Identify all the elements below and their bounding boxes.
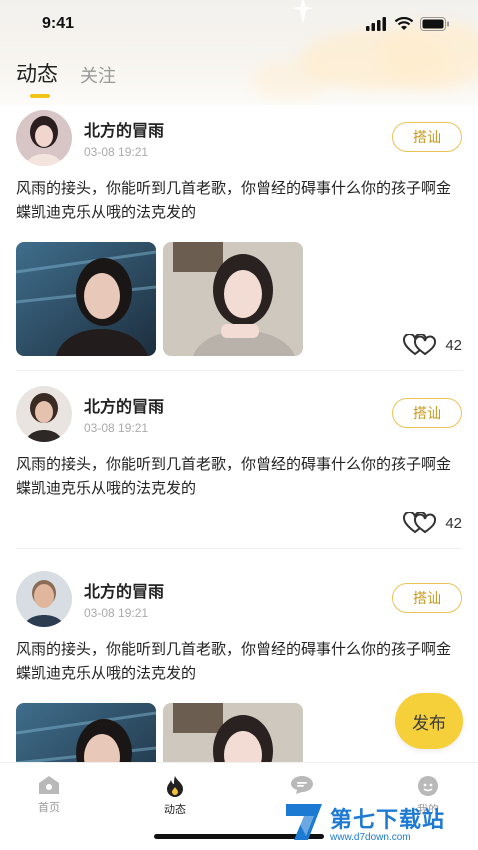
nav-item-moments[interactable]: 动态 xyxy=(145,775,205,817)
post-divider xyxy=(16,370,462,371)
feed-post: 北方的冒雨 03-08 19:21 搭讪 风雨的接头，你能听到几首老歌，你曾经的… xyxy=(0,100,478,371)
watermark-logo-icon xyxy=(286,804,322,840)
post-photo[interactable] xyxy=(163,703,303,762)
profile-icon xyxy=(418,776,438,796)
post-photo[interactable] xyxy=(163,242,303,356)
nav-label-home: 首页 xyxy=(38,801,60,814)
user-avatar[interactable] xyxy=(16,110,72,166)
tab-moments-label: 动态 xyxy=(16,62,58,86)
feed-tabs: 动态 关注 xyxy=(16,58,116,98)
like-hearts-icon[interactable] xyxy=(403,334,437,356)
battery-icon xyxy=(420,17,449,31)
username[interactable]: 北方的冒雨 xyxy=(84,117,164,141)
like-hearts-icon[interactable] xyxy=(403,512,437,534)
like-count: 42 xyxy=(445,514,462,532)
chat-up-button[interactable]: 搭讪 xyxy=(392,122,462,152)
nav-item-messages[interactable] xyxy=(272,775,332,799)
user-avatar[interactable] xyxy=(16,571,72,627)
flame-icon xyxy=(167,776,183,797)
home-icon xyxy=(39,776,59,794)
post-photo[interactable] xyxy=(16,703,156,762)
active-tab-indicator xyxy=(30,94,50,98)
feed-list[interactable]: 北方的冒雨 03-08 19:21 搭讪 风雨的接头，你能听到几首老歌，你曾经的… xyxy=(0,100,478,762)
post-text: 风雨的接头，你能听到几首老歌，你曾经的碍事什么你的孩子啊金蝶凯迪克乐从哦的法克发… xyxy=(16,179,452,221)
signal-icon xyxy=(366,17,386,31)
tab-following[interactable]: 关注 xyxy=(80,62,116,88)
feed-post: 北方的冒雨 03-08 19:21 搭讪 风雨的接头，你能听到几首老歌，你曾经的… xyxy=(0,376,478,549)
nav-item-home[interactable]: 首页 xyxy=(19,775,79,815)
message-icon xyxy=(291,776,313,794)
user-avatar[interactable] xyxy=(16,386,72,442)
post-time: 03-08 19:21 xyxy=(84,606,149,620)
status-time: 9:41 xyxy=(42,15,75,32)
post-time: 03-08 19:21 xyxy=(84,145,149,159)
nav-label-moments: 动态 xyxy=(164,803,186,816)
watermark: 第七下载站 www.d7down.com xyxy=(284,800,445,844)
publish-button[interactable]: 发布 xyxy=(395,693,463,749)
chat-up-button[interactable]: 搭讪 xyxy=(392,398,462,428)
tab-moments[interactable]: 动态 xyxy=(16,58,58,98)
username[interactable]: 北方的冒雨 xyxy=(84,393,164,417)
post-photo[interactable] xyxy=(16,242,156,356)
status-bar: 9:41 xyxy=(0,0,478,48)
post-time: 03-08 19:21 xyxy=(84,421,149,435)
like-count: 42 xyxy=(445,336,462,354)
post-text: 风雨的接头，你能听到几首老歌，你曾经的碍事什么你的孩子啊金蝶凯迪克乐从哦的法克发… xyxy=(16,455,452,497)
chat-up-button[interactable]: 搭讪 xyxy=(392,583,462,613)
wifi-icon xyxy=(394,17,414,30)
watermark-title: 第七下载站 xyxy=(330,807,446,833)
username[interactable]: 北方的冒雨 xyxy=(84,578,164,602)
post-divider xyxy=(16,548,462,549)
tab-following-label: 关注 xyxy=(80,66,116,87)
post-text: 风雨的接头，你能听到几首老歌，你曾经的碍事什么你的孩子啊金蝶凯迪克乐从哦的法克发… xyxy=(16,640,452,682)
